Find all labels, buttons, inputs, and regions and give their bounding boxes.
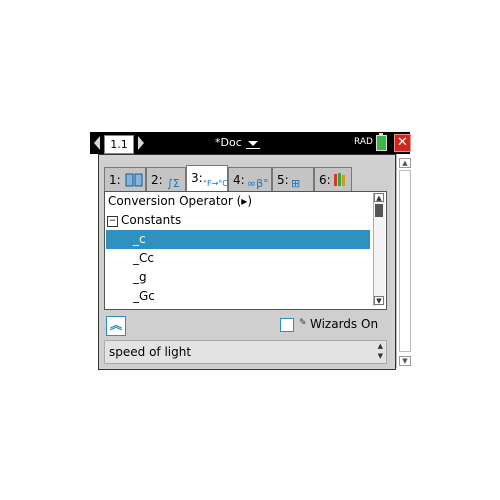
battery-icon — [376, 135, 387, 151]
scroll-down-icon[interactable]: ▼ — [378, 352, 383, 360]
close-icon[interactable]: ✕ — [394, 134, 411, 152]
scroll-up-icon[interactable]: ▲ — [399, 158, 411, 168]
list-scrollbar[interactable]: ▲ ▼ — [373, 193, 385, 306]
list-item[interactable]: _Cc — [133, 249, 154, 268]
angle-mode-indicator: RAD — [354, 137, 373, 147]
catalog-dialog: 1: 2: ∫Σ 3: °F→°C 4: ∞β° 5: ⊞ 6: Convers… — [100, 160, 392, 368]
tab-number: 5: — [277, 173, 289, 187]
help-text-box: speed of light ▲ ▼ — [104, 340, 387, 364]
title-bar: 1.1 *Doc RAD ✕ — [90, 132, 411, 154]
list-item[interactable]: Conversion Operator (▸) — [108, 192, 252, 211]
list-item-selected[interactable]: _c — [106, 230, 370, 249]
scroll-thumb[interactable] — [375, 204, 383, 217]
scroll-up-icon[interactable]: ▲ — [374, 193, 384, 202]
list-item[interactable]: _Gc — [133, 287, 155, 306]
tab-number: 3: — [191, 171, 203, 185]
tab-number: 1: — [109, 173, 121, 187]
page-scrollbar[interactable]: ▲ ▼ — [396, 154, 411, 368]
chevron-down-icon[interactable] — [248, 141, 258, 146]
tab-number: 6: — [319, 173, 331, 187]
wizards-label: Wizards On — [310, 317, 379, 331]
help-text: speed of light — [109, 345, 192, 359]
wizards-checkbox[interactable] — [280, 318, 294, 332]
scroll-down-icon[interactable]: ▼ — [399, 356, 411, 366]
scroll-down-icon[interactable]: ▼ — [374, 296, 384, 305]
tab-number: 2: — [151, 173, 163, 187]
previous-page-arrow-icon[interactable] — [94, 136, 100, 150]
collapse-panel-icon[interactable]: ︽ — [106, 316, 126, 336]
catalog-list[interactable]: Conversion Operator (▸) − Constants _c _… — [104, 191, 387, 310]
wizard-wand-icon: ✎ — [299, 318, 307, 328]
list-item[interactable]: Constants — [121, 211, 181, 230]
document-title[interactable]: *Doc — [215, 135, 242, 151]
collapse-toggle-icon[interactable]: − — [107, 216, 118, 227]
list-item[interactable]: _g — [133, 268, 147, 287]
tab-1[interactable]: 1: — [104, 167, 146, 191]
chevron-underline — [246, 148, 260, 149]
scroll-track[interactable] — [399, 170, 411, 352]
tab-2[interactable]: 2: ∫Σ — [146, 167, 186, 191]
tab-3[interactable]: 3: °F→°C — [186, 165, 228, 193]
scroll-up-icon[interactable]: ▲ — [378, 342, 383, 350]
page-tab[interactable]: 1.1 — [104, 135, 134, 154]
tab-5[interactable]: 5: ⊞ — [272, 167, 314, 191]
tab-number: 4: — [233, 173, 245, 187]
next-page-arrow-icon[interactable] — [138, 136, 144, 150]
tab-4[interactable]: 4: ∞β° — [228, 167, 272, 191]
tab-6[interactable]: 6: — [314, 167, 352, 191]
